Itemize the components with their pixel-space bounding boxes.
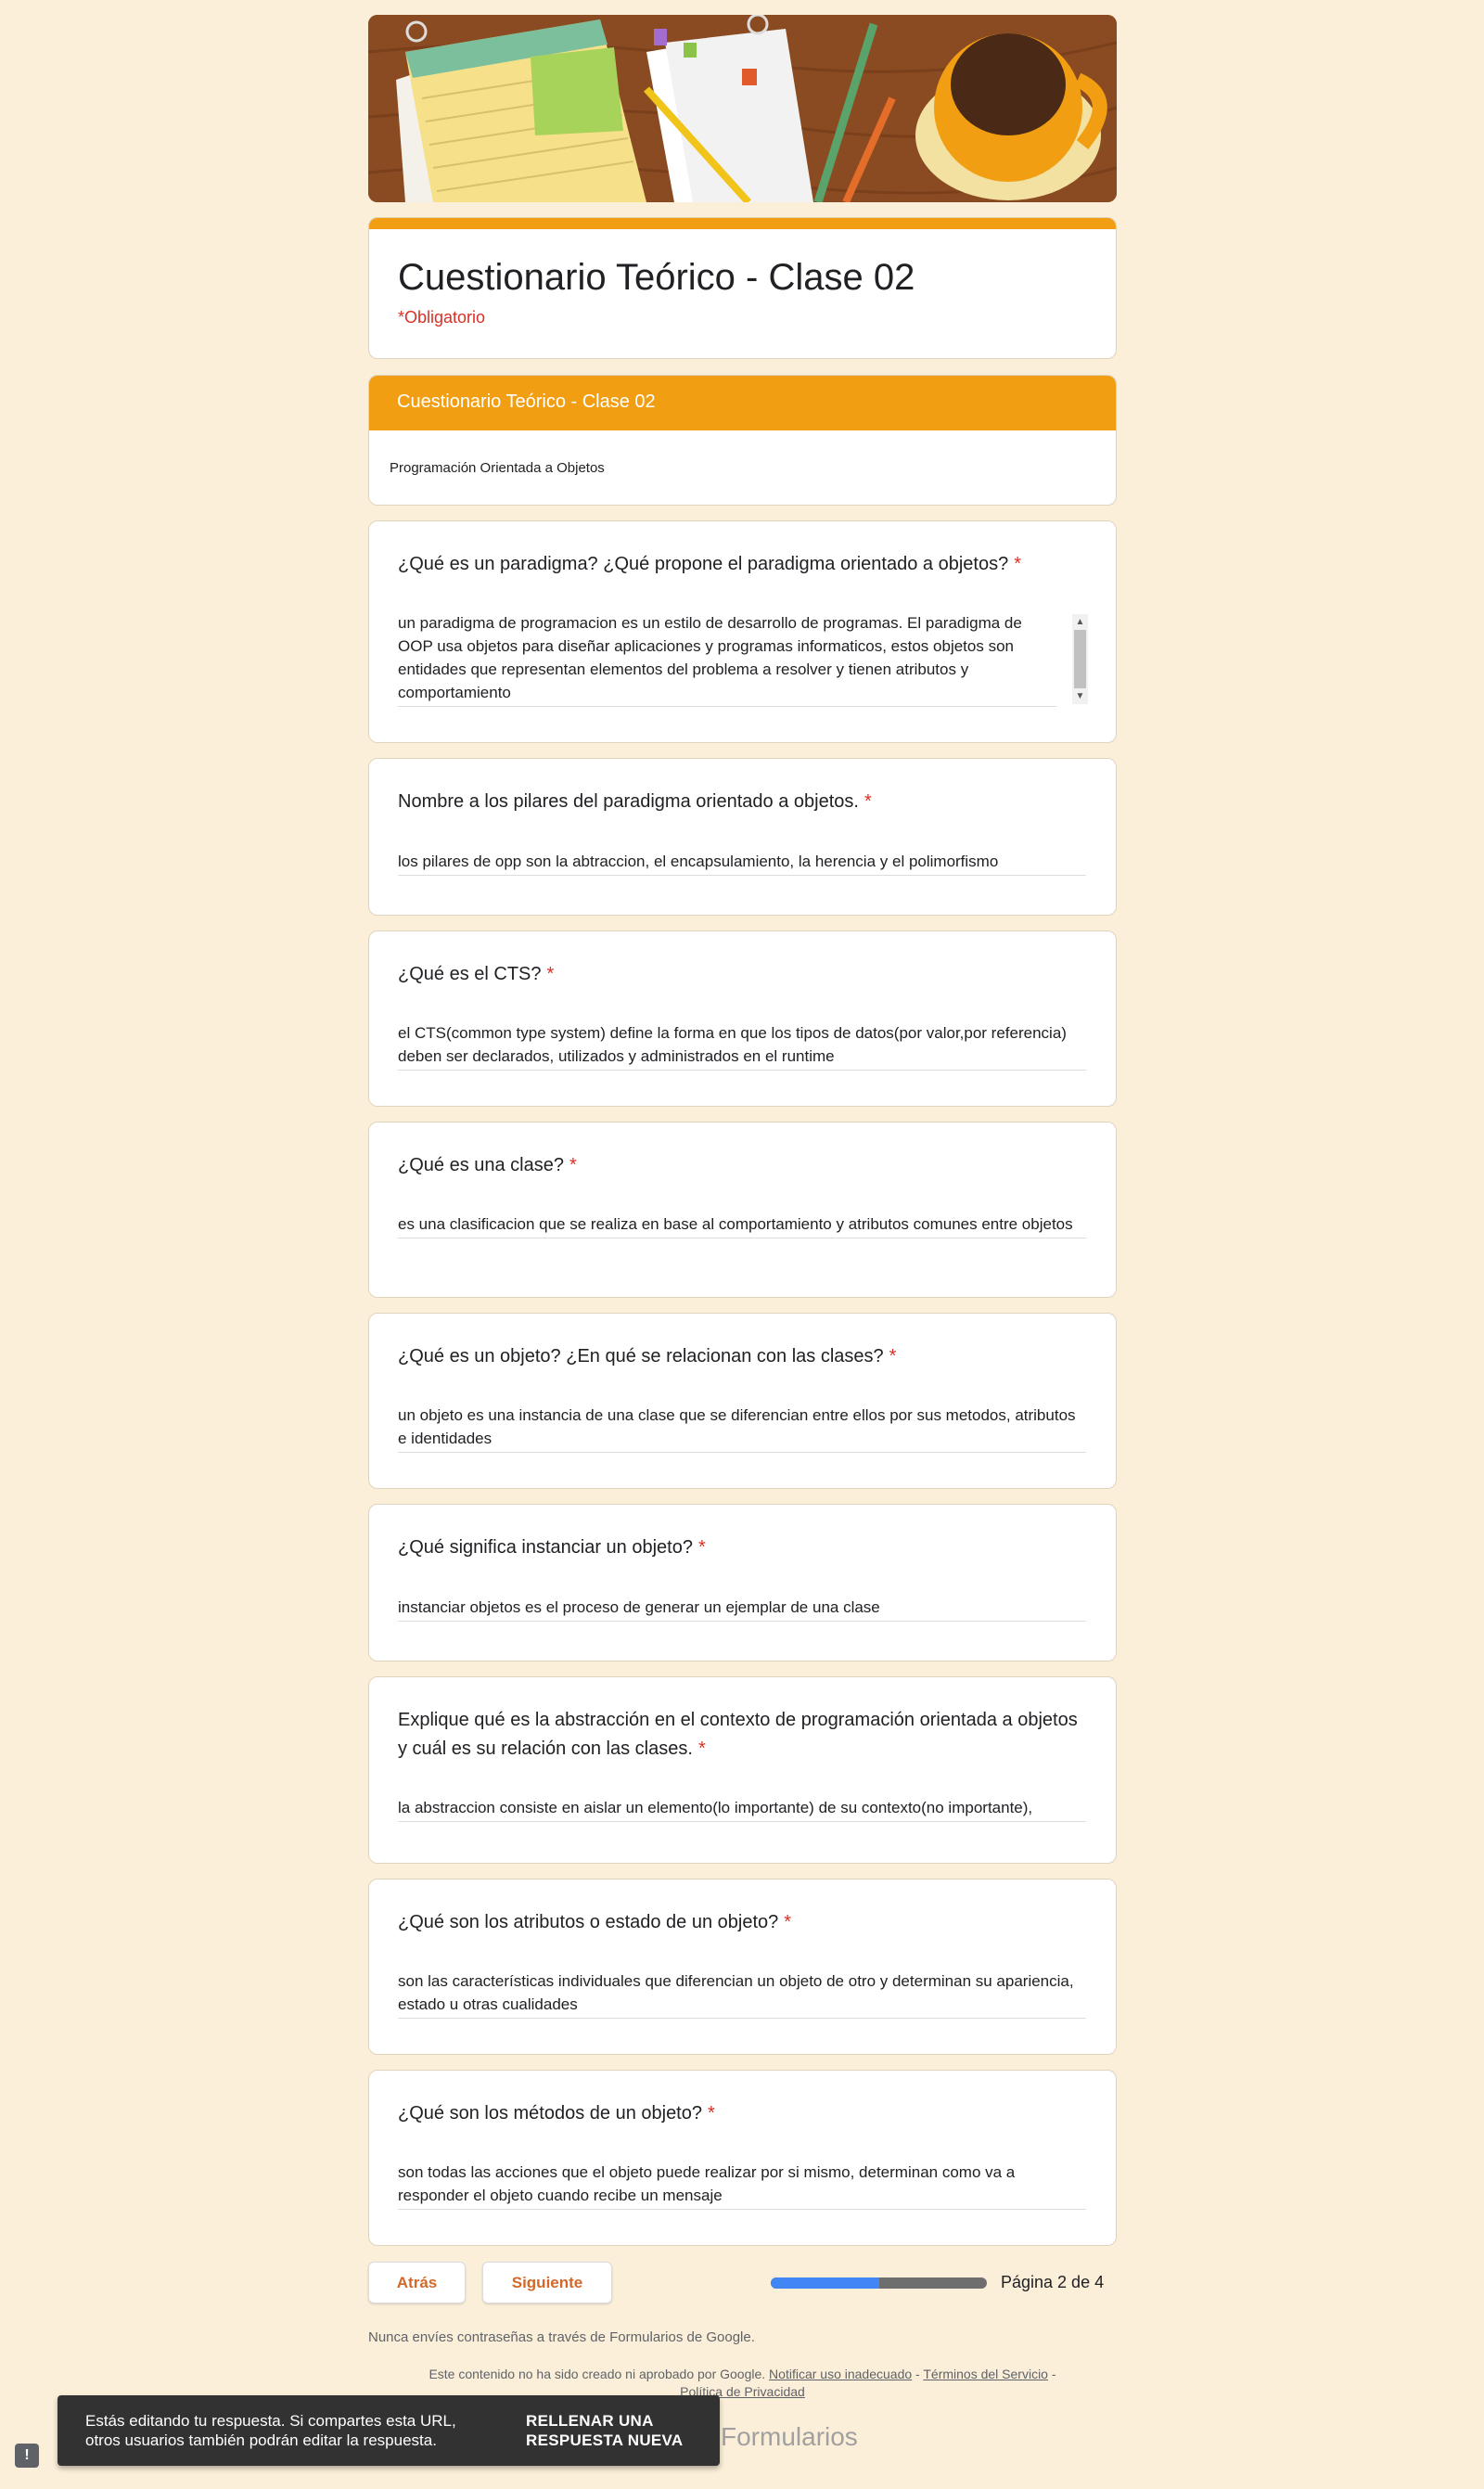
required-asterisk: * <box>1014 554 1021 574</box>
section-title: Cuestionario Teórico - Clase 02 <box>369 376 1116 430</box>
progress-bar-fill <box>771 2277 879 2289</box>
feedback-icon[interactable]: ! <box>15 2444 39 2468</box>
answer-textarea[interactable]: son todas las acciones que el objeto pue… <box>398 2161 1086 2210</box>
answer-textarea[interactable]: el CTS(common type system) define la for… <box>398 1021 1086 1071</box>
next-button[interactable]: Siguiente <box>482 2262 612 2303</box>
scroll-down-icon[interactable]: ▼ <box>1072 688 1088 704</box>
terms-link[interactable]: Términos del Servicio <box>923 2367 1048 2381</box>
question-title: ¿Qué son los atributos o estado de un ob… <box>398 1908 1084 1937</box>
separator: - <box>915 2367 920 2381</box>
question-card: Nombre a los pilares del paradigma orien… <box>368 758 1117 916</box>
question-card: ¿Qué son los métodos de un objeto? * son … <box>368 2070 1117 2246</box>
question-title: ¿Qué es un paradigma? ¿Qué propone el pa… <box>398 550 1084 579</box>
question-card: ¿Qué es un paradigma? ¿Qué propone el pa… <box>368 520 1117 743</box>
question-text: ¿Qué son los métodos de un objeto? <box>398 2103 702 2123</box>
answer-textarea[interactable]: un objeto es una instancia de una clase … <box>398 1404 1086 1453</box>
required-asterisk: * <box>708 2103 715 2123</box>
scrollbar-thumb[interactable] <box>1074 630 1086 688</box>
report-abuse-link[interactable]: Notificar uso inadecuado <box>769 2367 912 2381</box>
question-title: Explique qué es la abstracción en el con… <box>398 1706 1084 1764</box>
snackbar-message: Estás editando tu respuesta. Si comparte… <box>85 2412 456 2449</box>
answer-input[interactable]: la abstraccion consiste en aislar un ele… <box>398 1796 1086 1822</box>
question-text: ¿Qué significa instanciar un objeto? <box>398 1537 693 1558</box>
title-accent-bar <box>369 218 1116 229</box>
required-note: *Obligatorio <box>398 308 486 327</box>
required-asterisk: * <box>546 964 555 984</box>
question-title: ¿Qué es una clase? * <box>398 1151 1084 1180</box>
google-forms-logo[interactable]: Formularios <box>721 2422 858 2452</box>
question-card: Explique qué es la abstracción en el con… <box>368 1676 1117 1864</box>
form-title-card: Cuestionario Teórico - Clase 02 *Obligat… <box>368 217 1117 359</box>
required-asterisk: * <box>889 1346 897 1366</box>
question-text: Explique qué es la abstracción en el con… <box>398 1710 1078 1759</box>
question-text: Nombre a los pilares del paradigma orien… <box>398 791 859 812</box>
disclaimer-text: Este contenido no ha sido creado ni apro… <box>429 2367 766 2381</box>
answer-textarea[interactable]: un paradigma de programacion es un estil… <box>398 611 1056 707</box>
question-card: ¿Qué es una clase? * es una clasificacion… <box>368 1122 1117 1298</box>
scroll-up-icon[interactable]: ▲ <box>1072 614 1088 630</box>
question-title: Nombre a los pilares del paradigma orien… <box>398 788 1084 816</box>
required-asterisk: * <box>697 1537 706 1558</box>
required-asterisk: * <box>569 1155 577 1175</box>
required-asterisk: * <box>784 1912 792 1932</box>
header-banner-image <box>368 15 1117 202</box>
edit-response-snackbar: Estás editando tu respuesta. Si comparte… <box>58 2395 720 2466</box>
question-text: ¿Qué es un paradigma? ¿Qué propone el pa… <box>398 554 1009 574</box>
question-title: ¿Qué es el CTS? * <box>398 960 1084 989</box>
required-asterisk: * <box>697 1738 706 1759</box>
required-asterisk: * <box>864 791 872 812</box>
desk-illustration <box>368 15 1117 202</box>
question-title: ¿Qué significa instanciar un objeto? * <box>398 1533 1084 1562</box>
new-response-button[interactable]: RELLENAR UNA RESPUESTA NUEVA <box>526 2411 702 2450</box>
answer-textarea[interactable]: es una clasificacion que se realiza en b… <box>398 1212 1086 1238</box>
question-title: ¿Qué son los métodos de un objeto? * <box>398 2099 1084 2128</box>
answer-textarea[interactable]: son las características individuales que… <box>398 1969 1086 2019</box>
answer-input[interactable]: los pilares de opp son la abtraccion, el… <box>398 850 1086 876</box>
form-title: Cuestionario Teórico - Clase 02 <box>398 257 915 298</box>
question-card: ¿Qué es un objeto? ¿En qué se relacionan… <box>368 1313 1117 1489</box>
question-text: ¿Qué es el CTS? <box>398 964 542 984</box>
question-card: ¿Qué es el CTS? * el CTS(common type syst… <box>368 930 1117 1107</box>
question-text: ¿Qué es un objeto? ¿En qué se relacionan… <box>398 1346 884 1366</box>
question-title: ¿Qué es un objeto? ¿En qué se relacionan… <box>398 1342 1084 1371</box>
progress-bar <box>771 2277 987 2289</box>
password-warning: Nunca envíes contraseñas a través de For… <box>368 2329 755 2345</box>
question-text: ¿Qué son los atributos o estado de un ob… <box>398 1912 779 1932</box>
question-text: ¿Qué es una clase? <box>398 1155 564 1175</box>
section-description: Programación Orientada a Objetos <box>390 460 605 476</box>
answer-input[interactable]: instanciar objetos es el proceso de gene… <box>398 1596 1086 1622</box>
separator: - <box>1051 2367 1056 2381</box>
question-card: ¿Qué son los atributos o estado de un ob… <box>368 1879 1117 2055</box>
back-button[interactable]: Atrás <box>368 2262 466 2303</box>
answer-scrollbar[interactable]: ▲ ▼ <box>1072 614 1088 704</box>
section-card: Cuestionario Teórico - Clase 02 Programa… <box>368 375 1117 506</box>
page-indicator: Página 2 de 4 <box>1001 2273 1105 2291</box>
question-card: ¿Qué significa instanciar un objeto? * in… <box>368 1504 1117 1661</box>
